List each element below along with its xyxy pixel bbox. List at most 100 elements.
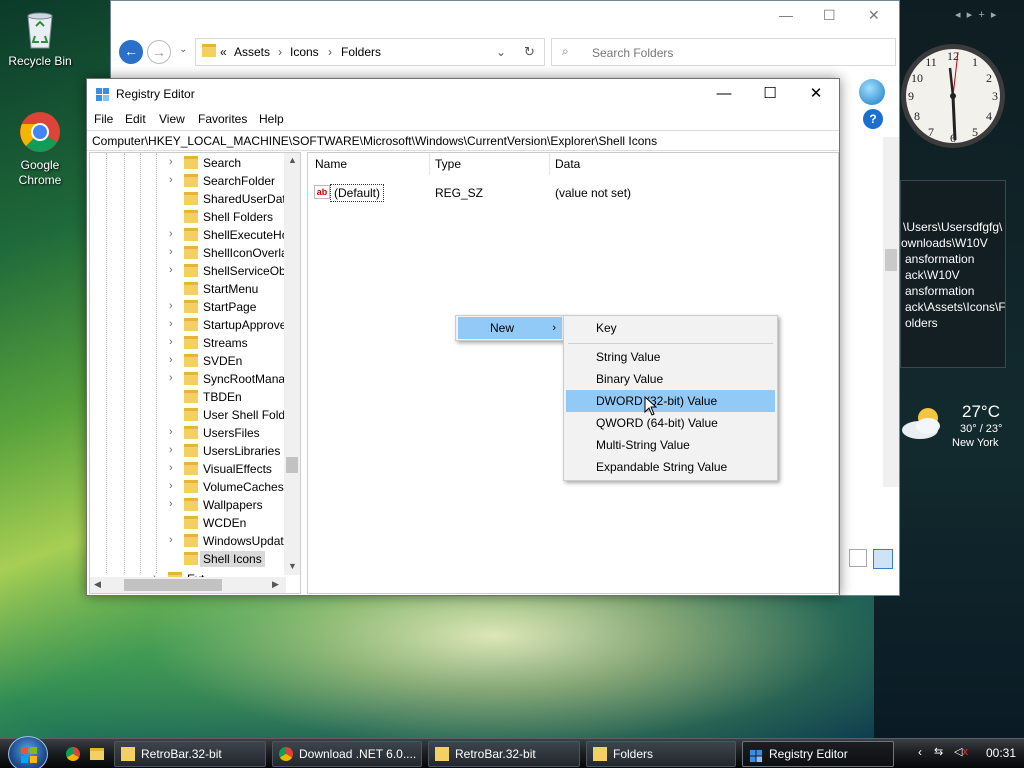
chrome-desktop-icon[interactable]: Google Chrome xyxy=(0,110,80,188)
column-divider[interactable] xyxy=(549,153,550,175)
tree-item[interactable]: › ShellIconOverla xyxy=(90,244,288,262)
tree-item[interactable]: › WindowsUpdate xyxy=(90,532,290,550)
scroll-down-arrow-icon[interactable]: ▼ xyxy=(288,561,297,571)
menu-item-multi-string-value[interactable]: Multi-String Value xyxy=(566,434,775,456)
tree-item[interactable]: StartMenu xyxy=(90,280,286,298)
taskbar-button-registry-editor[interactable]: Registry Editor xyxy=(742,741,894,767)
details-view-icon[interactable] xyxy=(849,549,867,567)
column-divider[interactable] xyxy=(429,153,430,175)
tree-item[interactable]: › UsersFiles xyxy=(90,424,286,442)
minimize-button[interactable]: — xyxy=(701,79,747,109)
forward-arrow-icon[interactable]: → xyxy=(147,40,171,64)
refresh-icon[interactable]: ↻ xyxy=(524,44,535,60)
column-header-type[interactable]: Type xyxy=(435,157,461,171)
scroll-thumb[interactable] xyxy=(885,249,897,271)
tree-item[interactable]: › VisualEffects xyxy=(90,460,286,478)
menu-view[interactable]: View xyxy=(159,112,185,126)
volume-muted-icon[interactable]: ◁x xyxy=(954,745,968,758)
tree-item[interactable]: TBDEn xyxy=(90,388,286,406)
address-dropdown-icon[interactable]: ⌄ xyxy=(496,45,506,59)
start-button[interactable] xyxy=(8,736,48,768)
taskbar-button-retrobar-1[interactable]: RetroBar.32-bit xyxy=(114,741,266,767)
expand-chevron-icon[interactable]: › xyxy=(169,354,173,366)
menu-item-string-value[interactable]: String Value xyxy=(566,346,775,368)
scroll-right-arrow-icon[interactable]: ▶ xyxy=(272,579,279,590)
expand-chevron-icon[interactable]: › xyxy=(169,372,173,384)
show-hidden-icons-icon[interactable]: ‹ xyxy=(918,745,922,759)
tree-item[interactable]: › StartPage xyxy=(90,298,286,316)
prev-icon[interactable]: ◂ xyxy=(955,9,961,21)
globe-icon[interactable] xyxy=(859,79,885,105)
tree-item[interactable]: SharedUserData xyxy=(90,190,292,208)
menu-item-dword-value[interactable]: DWORD (32-bit) Value xyxy=(566,390,775,412)
breadcrumb-assets[interactable]: Assets xyxy=(234,45,270,59)
address-bar[interactable]: « Assets › Icons › Folders ⌄ ↻ xyxy=(195,38,545,66)
expand-chevron-icon[interactable]: › xyxy=(169,246,173,258)
menu-edit[interactable]: Edit xyxy=(125,112,146,126)
taskbar-button-retrobar-2[interactable]: RetroBar.32-bit xyxy=(428,741,580,767)
back-arrow-icon[interactable]: ← xyxy=(119,40,143,64)
expand-chevron-icon[interactable]: › xyxy=(169,426,173,438)
close-icon[interactable]: ✕ xyxy=(868,7,880,24)
tree-item[interactable]: Shell Folders xyxy=(90,208,286,226)
menu-item-key[interactable]: Key xyxy=(566,317,775,339)
tree-item[interactable]: User Shell Folde xyxy=(90,406,292,424)
gadget-nav-icon[interactable]: ▸ xyxy=(991,9,997,21)
next-icon[interactable]: ▸ xyxy=(967,9,973,21)
tree-item[interactable]: › StartupApprove xyxy=(90,316,286,334)
breadcrumb-folders[interactable]: Folders xyxy=(341,45,381,59)
explorer-quicklaunch-icon[interactable] xyxy=(90,748,104,760)
expand-chevron-icon[interactable]: › xyxy=(169,318,173,330)
recent-dropdown-icon[interactable]: ⌄ xyxy=(179,44,187,55)
expand-chevron-icon[interactable]: › xyxy=(169,174,173,186)
tree-item[interactable]: › SVDEn xyxy=(90,352,286,370)
menu-help[interactable]: Help xyxy=(259,112,284,126)
chrome-quicklaunch-icon[interactable] xyxy=(66,747,80,761)
maximize-button[interactable]: ☐ xyxy=(747,79,793,109)
taskbar-button-folders[interactable]: Folders xyxy=(586,741,736,767)
clock-gadget[interactable]: 12 3 6 9 1245 7 8 10 11 xyxy=(898,38,1008,156)
menu-item-expandable-string-value[interactable]: Expandable String Value xyxy=(566,456,775,478)
expand-chevron-icon[interactable]: › xyxy=(169,534,173,546)
tree-item[interactable]: Shell Icons xyxy=(90,550,286,568)
menu-favorites[interactable]: Favorites xyxy=(198,112,247,126)
expand-chevron-icon[interactable]: › xyxy=(169,480,173,492)
expand-chevron-icon[interactable]: › xyxy=(169,498,173,510)
explorer-scrollbar[interactable] xyxy=(883,137,899,487)
expand-chevron-icon[interactable]: › xyxy=(169,444,173,456)
column-header-name[interactable]: Name xyxy=(315,157,347,171)
tree-item[interactable]: › Search xyxy=(90,154,286,172)
network-icon[interactable]: ⇆ xyxy=(934,745,943,758)
expand-chevron-icon[interactable]: › xyxy=(169,336,173,348)
close-button[interactable]: ✕ xyxy=(793,79,839,109)
tree-item[interactable]: › SyncRootManag xyxy=(90,370,292,388)
menu-item-new[interactable]: New › xyxy=(458,317,562,339)
clock-time[interactable]: 00:31 xyxy=(986,746,1016,760)
tree-item[interactable]: › Streams xyxy=(90,334,286,352)
menu-item-binary-value[interactable]: Binary Value xyxy=(566,368,775,390)
weather-gadget[interactable]: 27°C 30° / 23° New York xyxy=(898,396,1010,454)
tree-vertical-scrollbar[interactable]: ▲ ▼ xyxy=(284,153,300,575)
tree-item[interactable]: › Wallpapers xyxy=(90,496,286,514)
tree-item[interactable]: › UsersLibraries xyxy=(90,442,286,460)
maximize-icon[interactable]: ☐ xyxy=(823,7,836,24)
tree-item[interactable]: › SearchFolder xyxy=(90,172,286,190)
scroll-up-arrow-icon[interactable]: ▲ xyxy=(288,155,297,165)
preview-view-icon[interactable] xyxy=(873,549,893,569)
taskbar-button-chrome[interactable]: Download .NET 6.0.... xyxy=(272,741,422,767)
tree-item[interactable]: › ShellServiceObj xyxy=(90,262,288,280)
address-path[interactable]: Computer\HKEY_LOCAL_MACHINE\SOFTWARE\Mic… xyxy=(87,130,839,151)
key-tree[interactable]: › Search › SearchFolder SharedUserData Shell … xyxy=(89,152,301,594)
expand-chevron-icon[interactable]: › xyxy=(169,156,173,168)
expand-chevron-icon[interactable]: › xyxy=(169,228,173,240)
expand-chevron-icon[interactable]: › xyxy=(169,462,173,474)
tree-item[interactable]: › VolumeCaches xyxy=(90,478,286,496)
minimize-icon[interactable]: — xyxy=(779,7,793,23)
tree-hscroll-thumb[interactable] xyxy=(124,579,222,591)
menu-file[interactable]: File xyxy=(94,112,113,126)
tree-scroll-thumb[interactable] xyxy=(286,457,298,473)
help-icon[interactable]: ? xyxy=(863,109,883,129)
menu-item-qword-value[interactable]: QWORD (64-bit) Value xyxy=(566,412,775,434)
tree-item[interactable]: › ShellExecuteHo xyxy=(90,226,288,244)
expand-chevron-icon[interactable]: › xyxy=(169,264,173,276)
